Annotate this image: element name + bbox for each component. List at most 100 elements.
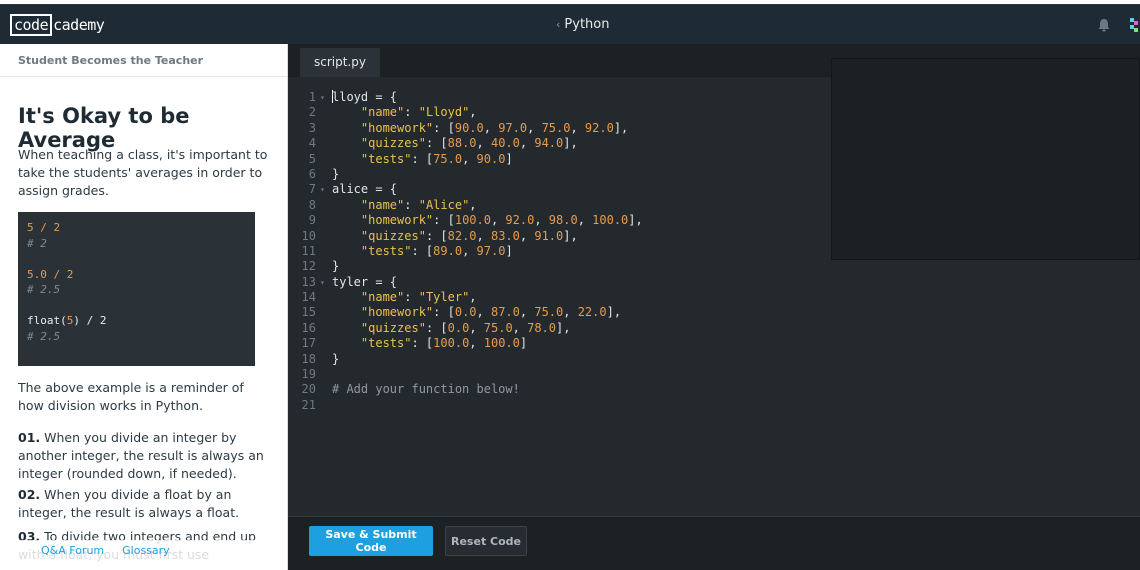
logo-text: cademy <box>53 16 105 34</box>
code-text: } <box>332 166 340 181</box>
line-number: 17 <box>301 336 316 351</box>
fold-arrow-icon[interactable] <box>320 382 328 397</box>
code-line: 4 "quizzes": [88.0, 40.0, 94.0], <box>288 136 643 151</box>
fold-arrow-icon[interactable] <box>320 398 328 413</box>
example-code-line: # 2.5 <box>27 329 61 343</box>
line-number: 6 <box>308 166 316 181</box>
code-line: 6} <box>288 167 643 182</box>
glossary-link[interactable]: Glossary <box>122 544 170 557</box>
fold-arrow-icon[interactable] <box>320 259 328 274</box>
code-editor-pane: script.py 1 ▾ lloyd = {2 "name": "Lloyd", 3… <box>288 44 1140 570</box>
fold-arrow-icon[interactable] <box>320 336 328 351</box>
line-number: 1 <box>308 90 316 104</box>
code-text: "tests": [89.0, 97.0] <box>360 243 513 258</box>
code-text: "quizzes": [82.0, 83.0, 91.0], <box>360 228 578 243</box>
fold-arrow-icon[interactable] <box>320 121 328 136</box>
line-number: 19 <box>301 367 316 382</box>
line-number: 5 <box>308 151 316 166</box>
line-number: 15 <box>301 305 316 320</box>
code-area[interactable]: 1 ▾ lloyd = {2 "name": "Lloyd", 3 "homework… <box>288 90 643 413</box>
code-line: 13 ▾ tyler = { <box>288 275 643 290</box>
line-number: 18 <box>301 351 316 366</box>
line-number: 10 <box>301 228 316 243</box>
code-text: "quizzes": [0.0, 75.0, 78.0], <box>360 320 571 335</box>
lesson-intro: When teaching a class, it's important to… <box>18 147 268 198</box>
codecademy-logo[interactable]: code cademy <box>10 14 105 36</box>
line-number: 9 <box>308 213 316 228</box>
fold-arrow-icon[interactable] <box>320 213 328 228</box>
code-text: "tests": [100.0, 100.0] <box>360 336 528 351</box>
fold-arrow-icon[interactable] <box>320 229 328 244</box>
course-breadcrumb[interactable]: ‹ Python <box>556 17 609 32</box>
example-code-line: 5.0 / 2 <box>27 267 74 281</box>
line-number: 12 <box>301 259 316 274</box>
avatar-icon[interactable] <box>1128 16 1140 34</box>
tab-script-py[interactable]: script.py <box>300 48 380 77</box>
instructions-panel: Student Becomes the Teacher It's Okay to… <box>0 44 288 570</box>
line-number: 21 <box>301 397 316 412</box>
save-submit-button[interactable]: Save & Submit Code <box>309 526 433 556</box>
code-line: 19 <box>288 367 643 382</box>
bell-icon[interactable] <box>1097 18 1111 32</box>
code-text: "name": "Alice", <box>360 197 477 212</box>
fold-arrow-icon[interactable] <box>320 321 328 336</box>
fold-arrow-icon[interactable] <box>320 290 328 305</box>
code-text: alice = { <box>332 182 398 197</box>
point-number: 02. <box>18 487 41 502</box>
reset-code-button[interactable]: Reset Code <box>445 526 527 556</box>
code-text: } <box>332 351 340 366</box>
code-line: 9 "homework": [100.0, 92.0, 98.0, 100.0]… <box>288 213 643 228</box>
code-text: "quizzes": [88.0, 40.0, 94.0], <box>360 136 578 151</box>
lesson-title: It's Okay to be Average <box>18 104 190 152</box>
code-line: 1 ▾ lloyd = { <box>288 90 643 105</box>
line-number: 2 <box>308 105 316 120</box>
top-navbar: code cademy ‹ Python <box>0 4 1140 44</box>
example-code-line: # 2.5 <box>27 283 61 296</box>
fold-arrow-icon[interactable] <box>320 198 328 213</box>
point-text: When you divide an integer by another in… <box>18 430 264 481</box>
fold-arrow-icon[interactable] <box>320 152 328 167</box>
qa-forum-link[interactable]: Q&A Forum <box>41 544 104 557</box>
line-number: 11 <box>301 243 316 258</box>
fold-arrow-icon[interactable]: ▾ <box>320 90 328 105</box>
fold-arrow-icon[interactable] <box>320 352 328 367</box>
chevron-left-icon: ‹ <box>556 18 561 31</box>
code-line: 5 "tests": [75.0, 90.0] <box>288 152 643 167</box>
line-number: 8 <box>308 197 316 212</box>
lesson-point-2: 02. When you divide a float by an intege… <box>18 486 268 522</box>
code-line: 16 "quizzes": [0.0, 75.0, 78.0], <box>288 321 643 336</box>
code-line: 12} <box>288 259 643 274</box>
code-line: 3 "homework": [90.0, 97.0, 75.0, 92.0], <box>288 121 643 136</box>
lesson-point-1: 01. When you divide an integer by anothe… <box>18 429 268 483</box>
code-text: "homework": [90.0, 97.0, 75.0, 92.0], <box>360 120 629 135</box>
fold-arrow-icon[interactable] <box>320 136 328 151</box>
example-code-line <box>27 298 246 314</box>
code-text: # Add your function below! <box>332 382 520 397</box>
line-number: 20 <box>301 382 316 397</box>
fold-arrow-icon[interactable]: ▾ <box>320 182 328 197</box>
lesson-reminder: The above example is a reminder of how d… <box>18 380 244 413</box>
code-text: "tests": [75.0, 90.0] <box>360 151 513 166</box>
point-number: 01. <box>18 430 41 445</box>
code-line: 15 "homework": [0.0, 87.0, 75.0, 22.0], <box>288 305 643 320</box>
fold-arrow-icon[interactable] <box>320 244 328 259</box>
code-text: "homework": [100.0, 92.0, 98.0, 100.0], <box>360 213 643 228</box>
fold-arrow-icon[interactable]: ▾ <box>320 275 328 290</box>
code-line: 10 "quizzes": [82.0, 83.0, 91.0], <box>288 229 643 244</box>
fold-arrow-icon[interactable] <box>320 105 328 120</box>
fold-arrow-icon[interactable] <box>320 167 328 182</box>
output-terminal <box>831 58 1140 260</box>
line-number: 7 <box>308 182 316 197</box>
code-line: 2 "name": "Lloyd", <box>288 105 643 120</box>
code-line: 17 "tests": [100.0, 100.0] <box>288 336 643 351</box>
code-text: "homework": [0.0, 87.0, 75.0, 22.0], <box>360 305 622 320</box>
example-code-line <box>27 251 246 267</box>
code-text: "name": "Lloyd", <box>360 105 477 120</box>
example-code-line: 5 / 2 <box>27 221 61 234</box>
line-number: 16 <box>301 320 316 335</box>
code-line: 8 "name": "Alice", <box>288 198 643 213</box>
fold-arrow-icon[interactable] <box>320 305 328 320</box>
fold-arrow-icon[interactable] <box>320 367 328 382</box>
